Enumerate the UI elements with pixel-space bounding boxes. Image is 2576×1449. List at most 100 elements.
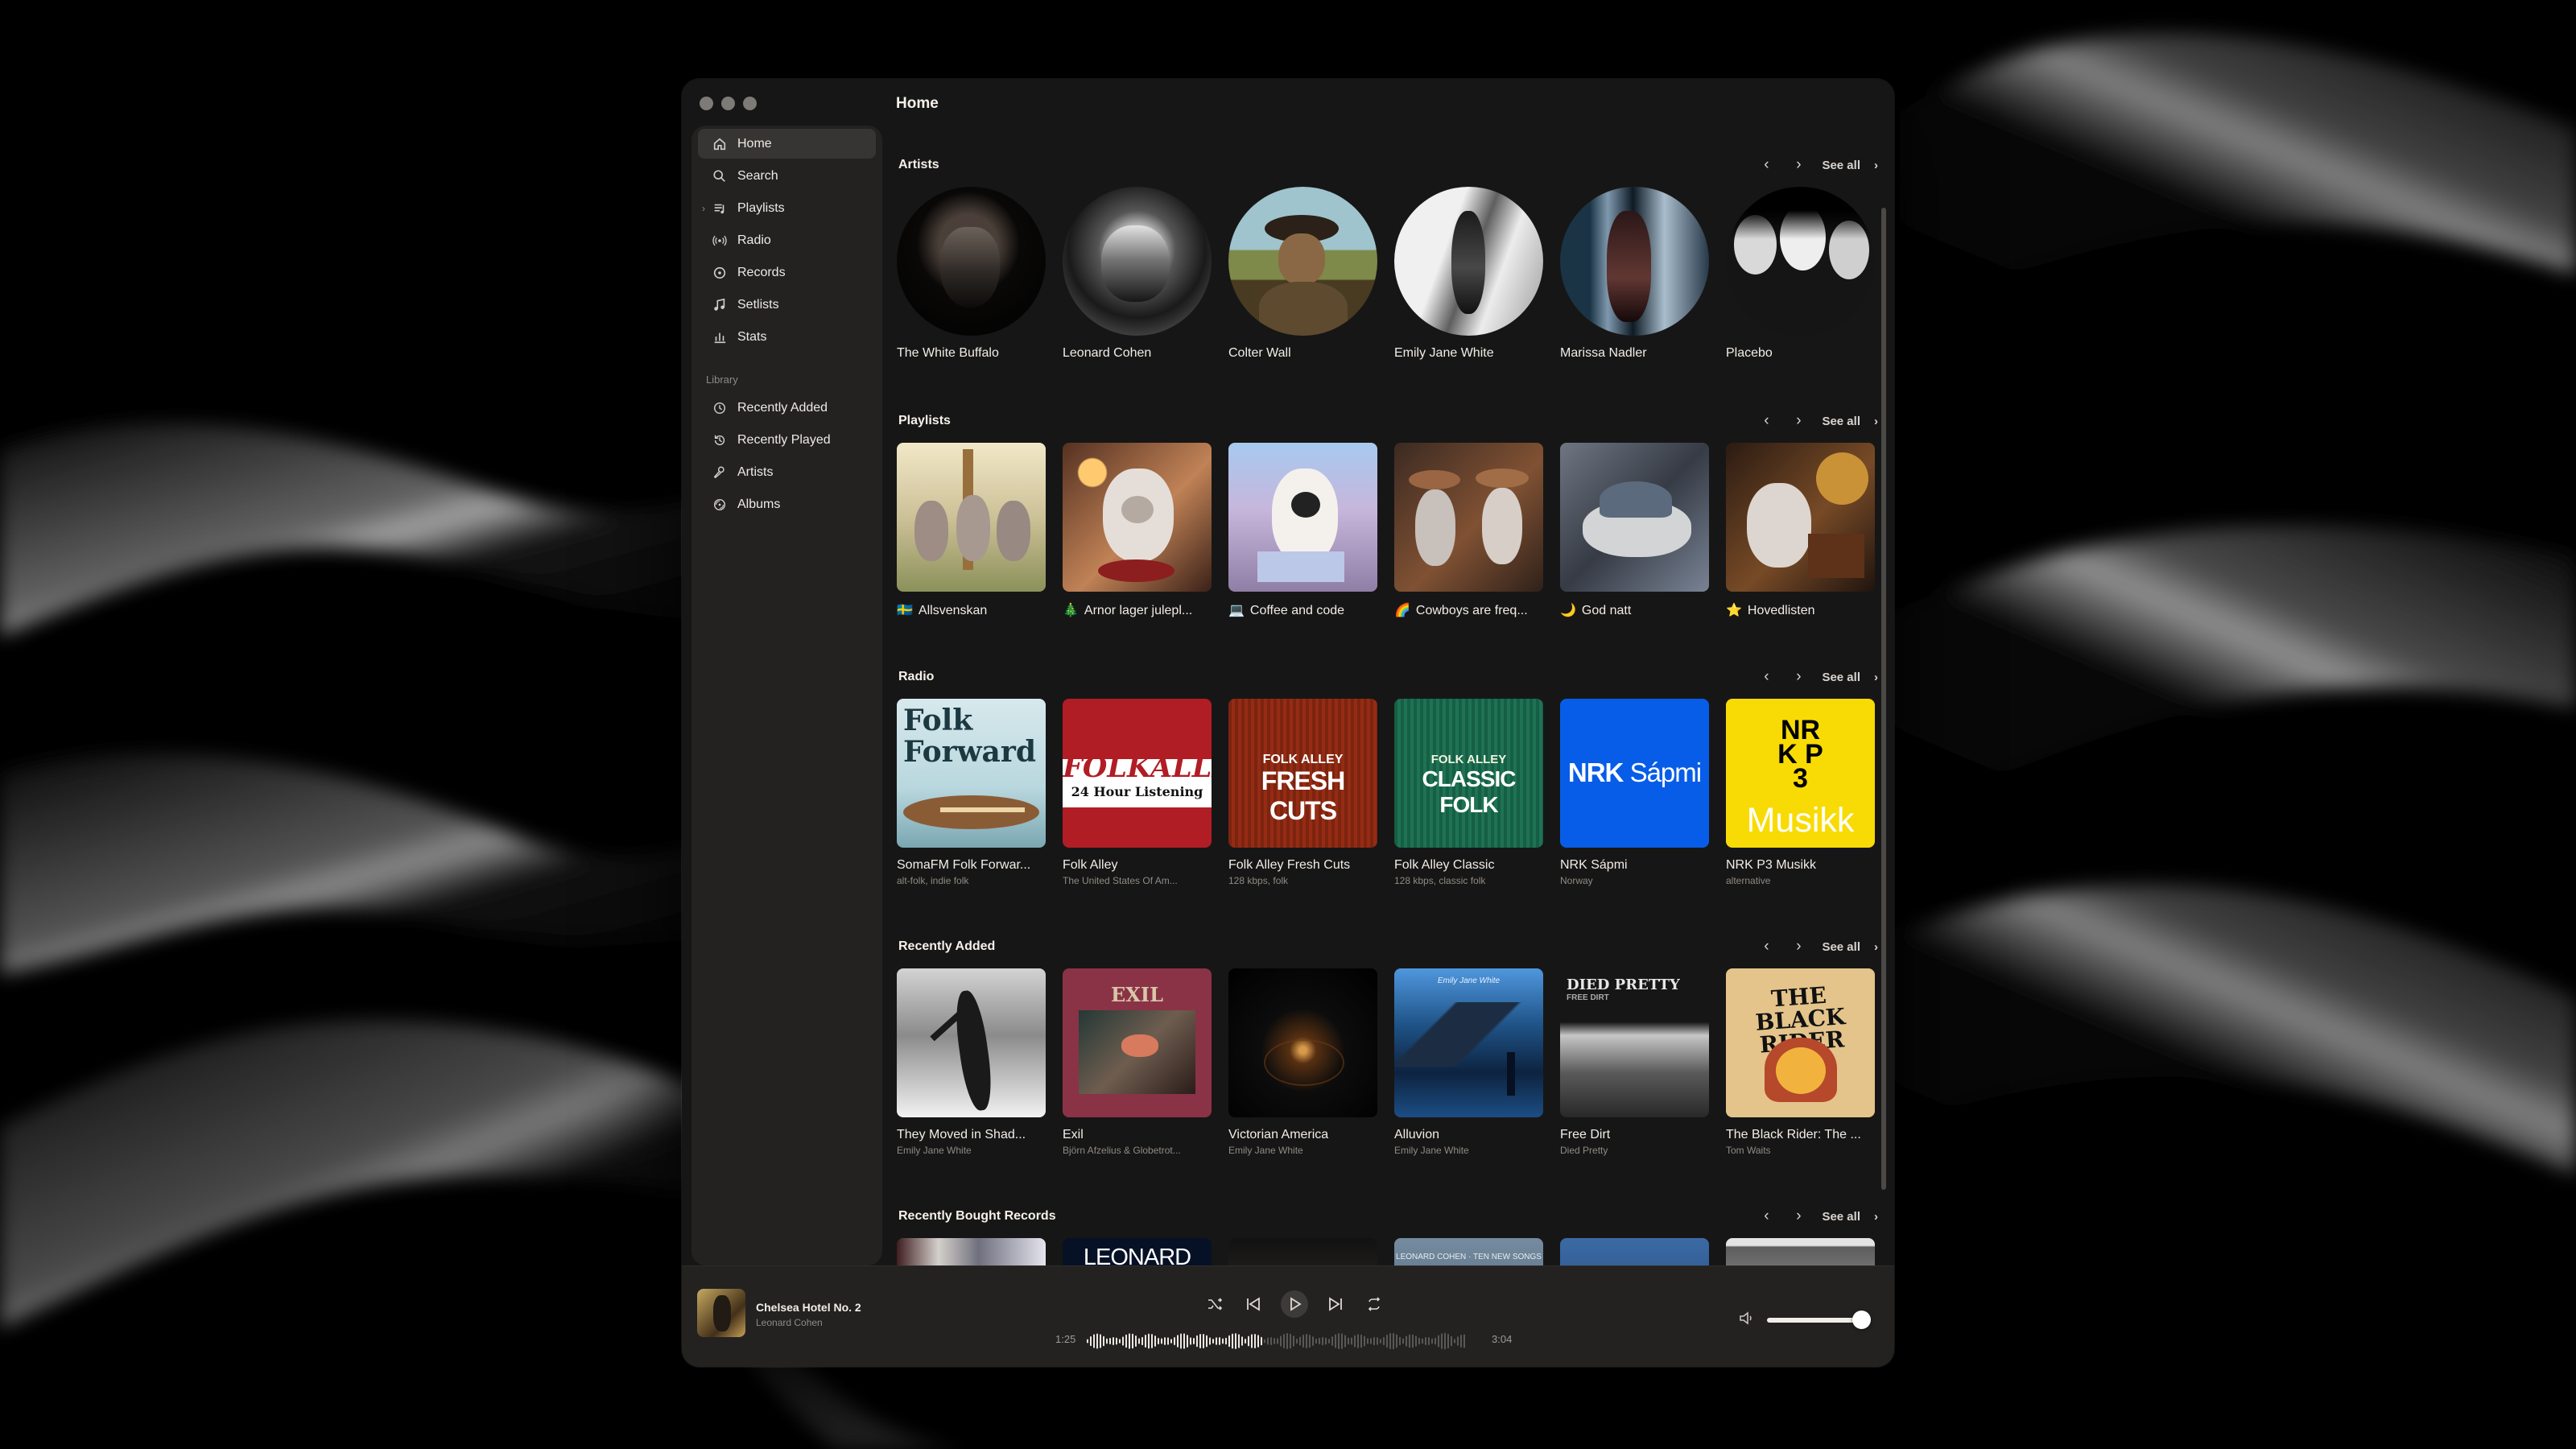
waveform-bar bbox=[1296, 1338, 1298, 1344]
now-playing-info[interactable]: Chelsea Hotel No. 2 Leonard Cohen bbox=[756, 1301, 861, 1328]
waveform-bar bbox=[1344, 1335, 1346, 1348]
record-card[interactable]: LEONARD bbox=[1063, 1238, 1212, 1269]
chevron-left-icon[interactable]: ‹ bbox=[1757, 412, 1775, 430]
sidebar-item-records[interactable]: Records bbox=[698, 258, 876, 287]
radio-station-card[interactable]: FOLK ALLEY FRESH CUTS Folk Alley Fresh C… bbox=[1228, 699, 1377, 886]
record-card[interactable] bbox=[1228, 1238, 1377, 1269]
chevron-right-icon[interactable]: › bbox=[1790, 668, 1807, 686]
see-all-playlists-button[interactable]: See all › bbox=[1822, 415, 1878, 428]
station-logo: NRK P3 Musikk bbox=[1726, 699, 1875, 848]
chevron-right-icon: › bbox=[1874, 939, 1878, 954]
see-all-radio-button[interactable]: See all › bbox=[1822, 671, 1878, 684]
radio-station-card[interactable]: NRK P3 Musikk NRK P3 Musikk alternative bbox=[1726, 699, 1875, 886]
next-track-icon[interactable] bbox=[1324, 1293, 1347, 1315]
album-card[interactable]: Victorian America Emily Jane White bbox=[1228, 968, 1377, 1156]
volume-slider-handle[interactable] bbox=[1852, 1311, 1872, 1329]
waveform-bar bbox=[1447, 1333, 1449, 1349]
see-all-recently-added-button[interactable]: See all › bbox=[1822, 940, 1878, 954]
playlist-card[interactable]: 🌙 God natt bbox=[1560, 443, 1709, 618]
chevron-right-icon[interactable]: › bbox=[1790, 412, 1807, 430]
chevron-left-icon[interactable]: ‹ bbox=[1757, 1208, 1775, 1225]
volume-slider[interactable] bbox=[1767, 1311, 1872, 1329]
progress-waveform[interactable] bbox=[1084, 1328, 1471, 1354]
playlist-card[interactable]: ⭐ Hovedlisten bbox=[1726, 443, 1875, 618]
chevron-left-icon[interactable]: ‹ bbox=[1757, 668, 1775, 686]
home-scroll-area[interactable]: Artists ‹ › See all › The White Buffalo L… bbox=[882, 150, 1894, 1269]
artist-card[interactable]: The White Buffalo bbox=[897, 187, 1046, 361]
chevron-right-icon[interactable]: › bbox=[702, 203, 705, 214]
sidebar-item-radio[interactable]: Radio bbox=[698, 225, 876, 255]
artist-card[interactable]: Emily Jane White bbox=[1394, 187, 1543, 361]
record-cover: LEONARD COHEN · TEN NEW SONGS bbox=[1394, 1238, 1543, 1269]
album-card[interactable]: EXIL Exil Björn Afzelius & Globetrot... bbox=[1063, 968, 1212, 1156]
volume-icon[interactable] bbox=[1738, 1310, 1755, 1331]
chevron-right-icon[interactable]: › bbox=[1790, 938, 1807, 956]
playlist-card[interactable]: 💻 Coffee and code bbox=[1228, 443, 1377, 618]
sidebar-item-albums[interactable]: Albums bbox=[698, 489, 876, 519]
previous-track-icon[interactable] bbox=[1242, 1293, 1265, 1315]
sidebar-item-setlists[interactable]: Setlists bbox=[698, 290, 876, 320]
playlist-card[interactable]: 🌈 Cowboys are freq... bbox=[1394, 443, 1543, 618]
waveform-bar bbox=[1187, 1335, 1188, 1348]
chevron-left-icon[interactable]: ‹ bbox=[1757, 156, 1775, 174]
album-card[interactable]: DIED PRETTY FREE DIRT Free Dirt Died Pre… bbox=[1560, 968, 1709, 1156]
album-card[interactable]: They Moved in Shad... Emily Jane White bbox=[897, 968, 1046, 1156]
waveform-bar bbox=[1444, 1332, 1446, 1350]
artist-card[interactable]: Leonard Cohen bbox=[1063, 187, 1212, 361]
sidebar-item-recently-added[interactable]: Recently Added bbox=[698, 393, 876, 423]
chevron-right-icon: › bbox=[1874, 158, 1878, 172]
sidebar-item-search[interactable]: Search bbox=[698, 161, 876, 191]
record-cover: LEONARD bbox=[1063, 1238, 1212, 1269]
record-card[interactable] bbox=[1560, 1238, 1709, 1269]
chevron-right-icon[interactable]: › bbox=[1790, 156, 1807, 174]
sidebar-item-recently-played[interactable]: Recently Played bbox=[698, 425, 876, 455]
main-content: Home Artists ‹ › See all › The White Buff… bbox=[882, 79, 1894, 1270]
close-window-button[interactable] bbox=[700, 97, 713, 110]
waveform-bar bbox=[1170, 1339, 1172, 1344]
record-card[interactable]: LEONARD COHEN · TEN NEW SONGS bbox=[1394, 1238, 1543, 1269]
sidebar-item-stats[interactable]: Stats bbox=[698, 322, 876, 352]
artist-photo bbox=[1063, 187, 1212, 336]
radio-station-card[interactable]: NRK Sápmi NRK Sápmi Norway bbox=[1560, 699, 1709, 886]
playlist-card[interactable]: 🎄 Arnor lager julepl... bbox=[1063, 443, 1212, 618]
album-card[interactable]: Emily Jane White Alluvion Emily Jane Whi… bbox=[1394, 968, 1543, 1156]
clock-icon bbox=[712, 400, 728, 416]
waveform-bar bbox=[1386, 1334, 1388, 1348]
waveform-bar bbox=[1438, 1335, 1439, 1348]
artist-name: The White Buffalo bbox=[897, 346, 999, 360]
chevron-right-icon: › bbox=[1874, 670, 1878, 684]
record-card[interactable] bbox=[1726, 1238, 1875, 1269]
waveform-bar bbox=[1290, 1333, 1291, 1349]
waveform-bar bbox=[1341, 1333, 1343, 1349]
waveform-bar bbox=[1328, 1339, 1330, 1344]
radio-station-card[interactable]: FOLK ALLEY CLASSIC FOLK Folk Alley Class… bbox=[1394, 699, 1543, 886]
sidebar-item-playlists[interactable]: › Playlists bbox=[698, 193, 876, 223]
waveform-bar bbox=[1451, 1335, 1452, 1347]
sidebar-item-home[interactable]: Home bbox=[698, 129, 876, 159]
waveform-bar bbox=[1161, 1338, 1162, 1344]
album-card[interactable]: THE BLACK RIDER The Black Rider: The ...… bbox=[1726, 968, 1875, 1156]
record-card[interactable] bbox=[897, 1238, 1046, 1269]
maximize-window-button[interactable] bbox=[743, 97, 757, 110]
see-all-records-button[interactable]: See all › bbox=[1822, 1210, 1878, 1224]
chevron-right-icon[interactable]: › bbox=[1790, 1208, 1807, 1225]
artist-card[interactable]: Marissa Nadler bbox=[1560, 187, 1709, 361]
station-logo: NRK Sápmi bbox=[1560, 699, 1709, 848]
see-all-artists-button[interactable]: See all › bbox=[1822, 159, 1878, 172]
chevron-left-icon[interactable]: ‹ bbox=[1757, 938, 1775, 956]
station-name: Folk Alley Classic bbox=[1394, 858, 1495, 872]
minimize-window-button[interactable] bbox=[721, 97, 735, 110]
sidebar-item-label: Home bbox=[737, 136, 772, 151]
sidebar-item-artists[interactable]: Artists bbox=[698, 457, 876, 487]
now-playing-artwork[interactable] bbox=[697, 1289, 745, 1337]
waveform-bar bbox=[1399, 1336, 1401, 1346]
repeat-icon[interactable] bbox=[1363, 1293, 1385, 1315]
main-scrollbar[interactable] bbox=[1881, 208, 1886, 1190]
radio-station-card[interactable]: Folk Forward SomaFM Folk Forwar... alt-fo… bbox=[897, 699, 1046, 886]
shuffle-icon[interactable] bbox=[1203, 1293, 1226, 1315]
radio-station-card[interactable]: FOLKALLEY 24 Hour Listening Folk Alley T… bbox=[1063, 699, 1212, 886]
artist-card[interactable]: Colter Wall bbox=[1228, 187, 1377, 361]
artist-card[interactable]: Placebo bbox=[1726, 187, 1875, 361]
play-icon[interactable] bbox=[1281, 1290, 1308, 1318]
playlist-card[interactable]: 🇸🇪 Allsvenskan bbox=[897, 443, 1046, 618]
